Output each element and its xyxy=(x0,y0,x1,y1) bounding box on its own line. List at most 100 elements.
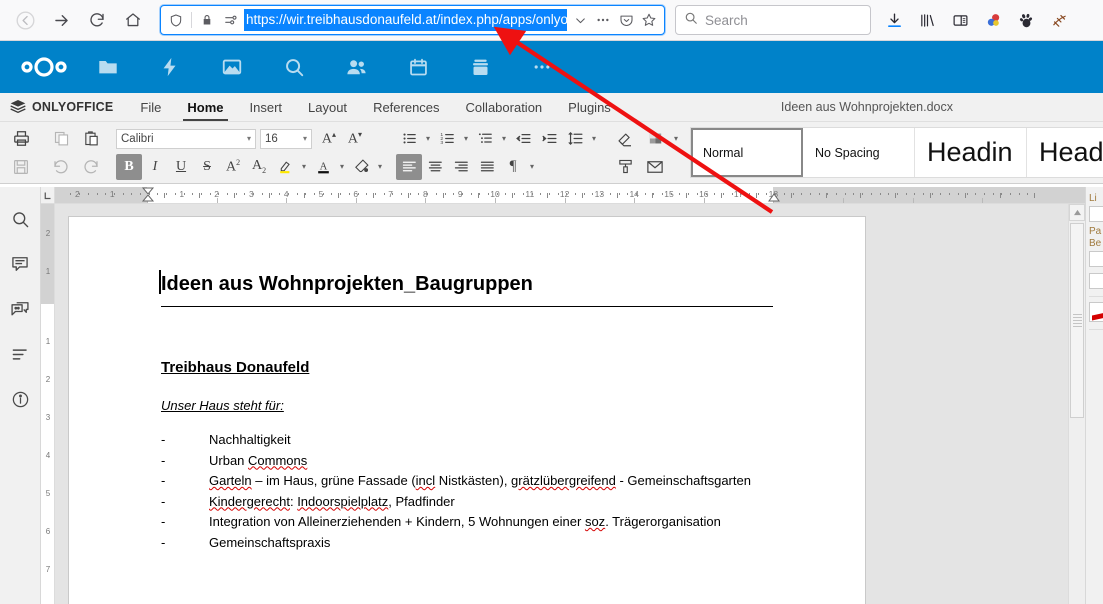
nextcloud-app-search[interactable] xyxy=(268,45,320,89)
print-icon[interactable] xyxy=(6,126,36,152)
paragraph-shading-icon[interactable] xyxy=(348,154,374,180)
document-list-item[interactable]: - Gemeinschaftspraxis xyxy=(161,533,773,554)
decrease-indent-icon[interactable] xyxy=(510,126,536,152)
address-bar[interactable]: https://wir.treibhausdonaufeld.at/index.… xyxy=(160,5,665,35)
nextcloud-app-contacts[interactable] xyxy=(330,45,382,89)
vertical-scrollbar[interactable] xyxy=(1068,204,1085,604)
bullet-list-icon[interactable] xyxy=(396,126,422,152)
document-bullet-list[interactable]: - Nachhaltigkeit - Urban Commons - Garteln – … xyxy=(161,430,773,553)
reload-button[interactable] xyxy=(80,4,114,36)
document-list-item[interactable]: - Nachhaltigkeit xyxy=(161,430,773,451)
tracking-protection-shield-icon[interactable] xyxy=(165,9,187,31)
colorpicker-icon[interactable] xyxy=(978,5,1008,35)
right-panel-after-input[interactable] xyxy=(1089,273,1103,289)
nextcloud-app-activity[interactable] xyxy=(144,45,196,89)
nextcloud-more-apps-icon[interactable] xyxy=(516,45,568,89)
tab-stop-icon[interactable] xyxy=(41,187,54,204)
library-icon[interactable] xyxy=(912,5,942,35)
right-settings-panel[interactable]: Li Pa Be xyxy=(1085,187,1103,604)
align-justify-icon[interactable] xyxy=(474,154,500,180)
underline-icon[interactable]: U xyxy=(168,154,194,180)
tab-home[interactable]: Home xyxy=(174,93,236,121)
home-button[interactable] xyxy=(116,4,150,36)
tab-file[interactable]: File xyxy=(127,93,174,121)
right-panel-before-input[interactable] xyxy=(1089,251,1103,267)
horizontal-ruler[interactable]: 21123456789101112131415161718 xyxy=(55,187,1085,204)
browser-search-box[interactable]: Search xyxy=(675,5,871,35)
font-color-icon[interactable]: A xyxy=(310,154,336,180)
increase-indent-icon[interactable] xyxy=(536,126,562,152)
show-formatting-marks-icon[interactable]: ¶ xyxy=(500,154,526,180)
chevron-down-icon[interactable] xyxy=(569,9,591,31)
superscript-icon[interactable]: A2 xyxy=(220,154,246,180)
nextcloud-app-calendar[interactable] xyxy=(392,45,444,89)
sidebar-icon[interactable] xyxy=(945,5,975,35)
chevron-down-icon[interactable]: ▾ xyxy=(336,155,348,179)
tab-insert[interactable]: Insert xyxy=(237,93,296,121)
italic-icon[interactable]: I xyxy=(142,154,168,180)
vertical-ruler[interactable]: 2 1 1 2 3 4 5 6 7 xyxy=(41,187,55,604)
subscript-icon[interactable]: A2 xyxy=(246,154,272,180)
indent-marker-icon[interactable] xyxy=(141,187,155,204)
tab-collaboration[interactable]: Collaboration xyxy=(453,93,556,121)
search-icon[interactable] xyxy=(6,205,34,233)
tab-layout[interactable]: Layout xyxy=(295,93,360,121)
chevron-down-icon[interactable]: ▾ xyxy=(526,155,538,179)
font-family-select[interactable]: Calibri ▾ xyxy=(116,128,256,149)
color-scheme-icon[interactable] xyxy=(640,126,670,152)
nextcloud-app-photos[interactable] xyxy=(206,45,258,89)
document-heading-title[interactable]: Ideen aus Wohnprojekten_Baugruppen xyxy=(159,270,773,307)
tab-references[interactable]: References xyxy=(360,93,452,121)
chevron-down-icon[interactable]: ▾ xyxy=(422,127,434,151)
style-no-spacing[interactable]: No Spacing xyxy=(803,128,915,177)
forward-button[interactable] xyxy=(44,4,78,36)
scrollbar-track[interactable] xyxy=(1070,223,1084,604)
chevron-down-icon[interactable]: ▾ xyxy=(588,127,600,151)
scroll-up-arrow-icon[interactable] xyxy=(1069,204,1085,221)
align-left-icon[interactable] xyxy=(396,153,422,180)
decrease-font-size-icon[interactable]: A▾ xyxy=(342,126,368,152)
chevron-down-icon[interactable]: ▾ xyxy=(670,127,682,151)
url-text[interactable]: https://wir.treibhausdonaufeld.at/index.… xyxy=(244,9,567,31)
style-heading-1[interactable]: Headin xyxy=(915,128,1027,177)
scrollbar-thumb[interactable] xyxy=(1070,223,1084,418)
align-center-icon[interactable] xyxy=(422,154,448,180)
line-spacing-icon[interactable] xyxy=(562,126,588,152)
document-scroll-area[interactable]: Ideen aus Wohnprojekten_Baugruppen Treib… xyxy=(55,204,1085,604)
chevron-down-icon[interactable]: ▾ xyxy=(374,155,386,179)
increase-font-size-icon[interactable]: A▴ xyxy=(316,126,342,152)
gnome-icon[interactable] xyxy=(1011,5,1041,35)
chevron-down-icon[interactable]: ▾ xyxy=(298,155,310,179)
downloads-icon[interactable] xyxy=(879,5,909,35)
site-permissions-icon[interactable] xyxy=(220,9,242,31)
nextcloud-app-files[interactable] xyxy=(82,45,134,89)
paragraph-preview-icon[interactable] xyxy=(1089,302,1103,322)
clear-style-icon[interactable] xyxy=(610,126,640,152)
back-button[interactable] xyxy=(8,4,42,36)
paste-icon[interactable] xyxy=(76,126,106,152)
document-list-item[interactable]: - Urban Commons xyxy=(161,451,773,472)
padlock-icon[interactable] xyxy=(196,9,218,31)
document-subheading[interactable]: Treibhaus Donaufeld xyxy=(161,359,773,376)
document-list-item[interactable]: - Integration von Alleinerziehenden + Kin… xyxy=(161,512,773,533)
save-icon[interactable] xyxy=(6,154,36,180)
chevron-down-icon[interactable]: ▾ xyxy=(498,127,510,151)
document-page[interactable]: Ideen aus Wohnprojekten_Baugruppen Treib… xyxy=(68,216,866,604)
nextcloud-logo-icon[interactable] xyxy=(16,49,72,85)
headings-icon[interactable] xyxy=(6,340,34,368)
right-indent-marker-icon[interactable] xyxy=(767,190,781,204)
multilevel-list-icon[interactable] xyxy=(472,126,498,152)
document-list-item[interactable]: - Garteln – im Haus, grüne Fassade (incl … xyxy=(161,471,773,492)
undo-icon[interactable] xyxy=(46,154,76,180)
format-painter-icon[interactable] xyxy=(610,154,640,180)
comments-icon[interactable] xyxy=(6,250,34,278)
copy-icon[interactable] xyxy=(46,126,76,152)
highlight-color-icon[interactable] xyxy=(272,154,298,180)
bold-icon[interactable]: B xyxy=(116,153,142,180)
about-icon[interactable] xyxy=(6,385,34,413)
tab-plugins[interactable]: Plugins xyxy=(555,93,624,121)
align-right-icon[interactable] xyxy=(448,154,474,180)
chevron-down-icon[interactable]: ▾ xyxy=(460,127,472,151)
style-normal[interactable]: Normal xyxy=(691,128,803,177)
right-panel-line-spacing-input[interactable] xyxy=(1089,206,1103,222)
